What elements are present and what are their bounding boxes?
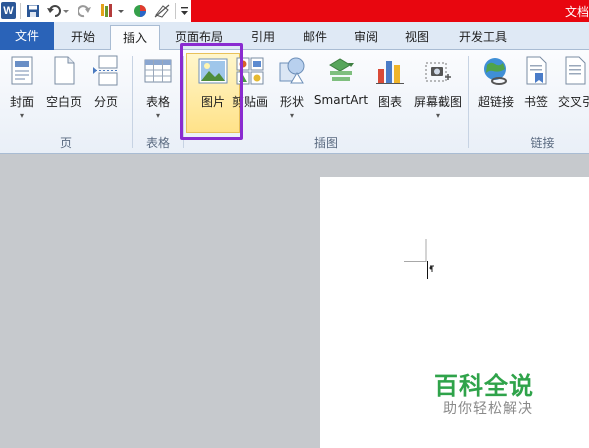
blank-page-icon [54,56,75,85]
chart-button[interactable]: 图表 [372,53,408,131]
group-label-pages: 页 [59,136,72,150]
table-button[interactable]: 表格 ▾ [138,53,178,131]
shapes-button[interactable]: 形状 ▾ [274,53,310,131]
word-icon[interactable]: W [1,2,16,19]
tab-references[interactable]: 引用 [240,25,286,50]
chart-icon [376,61,404,84]
cross-reference-icon [565,56,586,85]
group-label-tables: 表格 [145,136,170,150]
group-label-links: 链接 [530,136,555,150]
tab-home[interactable]: 开始 [60,25,106,50]
hyperlink-label: 超链接 [477,95,514,109]
smartart-button[interactable]: SmartArt [312,53,370,131]
cover-page-icon [11,56,33,85]
hyperlink-button[interactable]: 超链接 [474,53,518,131]
page-break-button[interactable]: 分页 [88,53,124,131]
tab-file[interactable]: 文件 [0,22,54,50]
cover-page-button[interactable]: 封面 ▾ [4,53,40,131]
customize-icon[interactable] [178,2,190,20]
tab-review[interactable]: 审阅 [343,25,389,50]
hyperlink-icon [484,58,507,85]
page-break-icon [93,55,119,86]
blank-page-label: 空白页 [45,95,82,109]
blank-page-button[interactable]: 空白页 [44,53,84,131]
group-separator [468,56,469,148]
tab-mailings[interactable]: 邮件 [292,25,338,50]
bookmark-button[interactable]: 书签 [520,53,552,131]
ribbon-tab-bar: 文件 开始 插入 页面布局 引用 邮件 审阅 视图 开发工具 [0,22,589,51]
table-label: 表格 [145,95,170,109]
dropdown-arrow-icon: ▾ [155,111,160,120]
bookmark-label: 书签 [523,95,548,109]
shapes-icon [279,57,305,84]
redo-icon[interactable] [76,2,94,20]
picture-button-annotation [180,43,243,140]
eraser-icon[interactable] [153,2,171,20]
cover-page-label: 封面 [9,95,34,109]
screenshot-label: 屏幕截图 [413,95,462,109]
undo-icon[interactable] [46,2,70,20]
chart-label: 图表 [377,95,402,109]
cross-reference-label: 交叉引用 [558,95,589,109]
dropdown-arrow-icon: ▾ [289,111,294,120]
watermark-title: 百科全说 [434,372,534,400]
tab-view[interactable]: 视图 [394,25,440,50]
dropdown-arrow-icon: ▾ [19,111,24,120]
screenshot-icon [425,62,451,82]
ribbon-insert: 封面 ▾ 空白页 分页 页 表格 ▾ 表格 图片 剪贴画 形状 ▾ SmartA… [0,50,589,154]
save-icon[interactable] [24,2,42,20]
table-icon [144,59,172,83]
cross-reference-button[interactable]: 交叉引用 [556,53,589,131]
toolbar-separator [175,3,176,19]
title-bar: W 文档 [0,0,589,22]
smartart-label: SmartArt [313,93,369,107]
bookmark-icon [526,56,547,85]
watermark-subtitle: 助你轻松解决 [443,401,533,417]
margin-corner-mark [404,239,427,262]
tab-insert[interactable]: 插入 [110,25,160,51]
tab-developer[interactable]: 开发工具 [450,25,516,50]
paragraph-mark-icon [429,265,434,272]
toolbar-separator [20,3,21,19]
text-cursor [427,261,428,279]
smartart-icon [329,58,354,81]
dropdown-arrow-icon: ▾ [435,111,440,120]
window-title: 文档 [564,5,589,19]
screenshot-button[interactable]: 屏幕截图 ▾ [412,53,464,131]
shapes-label: 形状 [279,95,304,109]
format-painter-icon[interactable] [98,2,126,20]
page-break-label: 分页 [93,95,118,109]
title-bar-accent: 文档 [191,0,589,22]
color-icon[interactable] [131,2,149,20]
